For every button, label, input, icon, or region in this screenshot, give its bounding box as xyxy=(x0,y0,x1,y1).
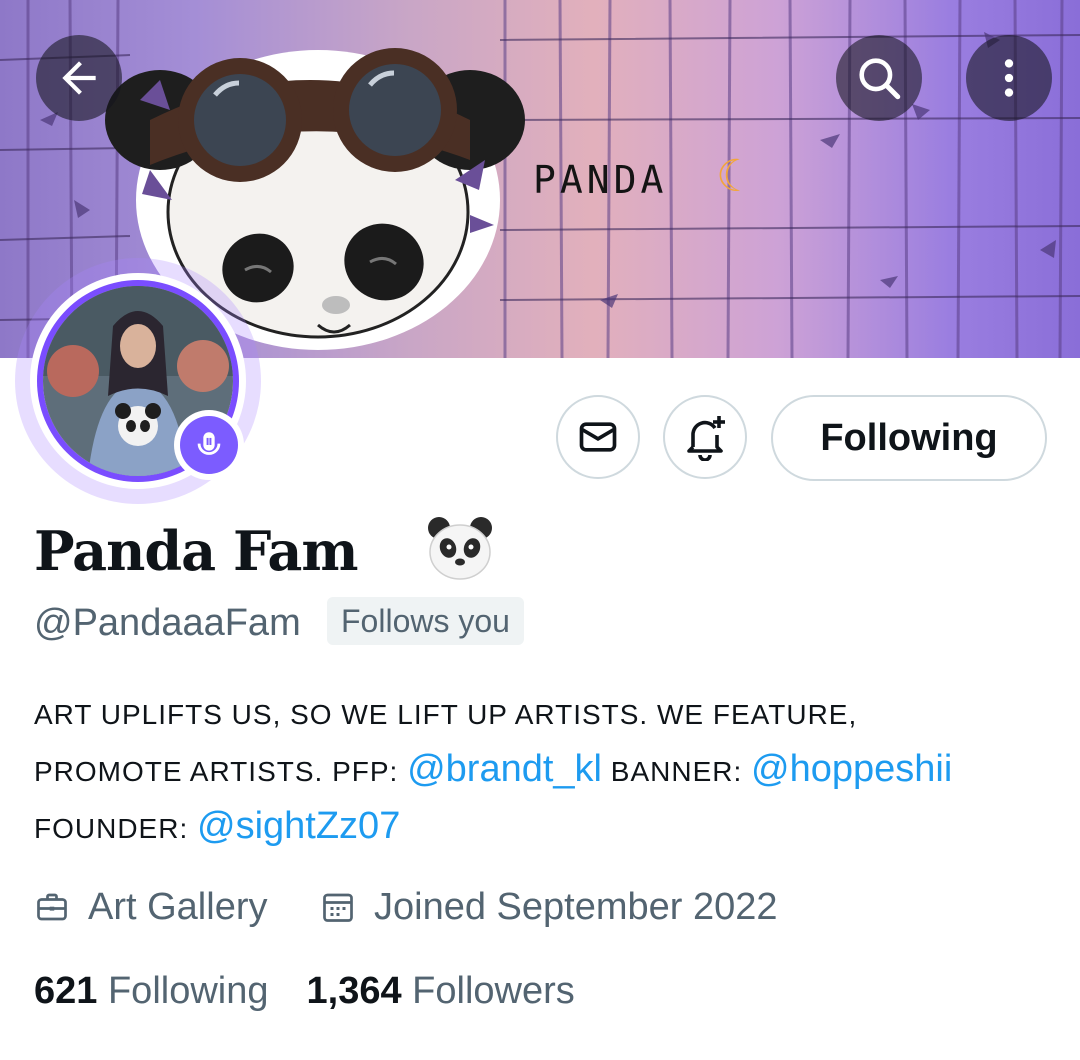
follow-stats: 621 Following 1,364 Followers xyxy=(34,964,575,1018)
bio-text: PROMOTE ARTISTS. PFP: xyxy=(34,756,408,787)
bio-line-3: FOUNDER: @sightZz07 xyxy=(34,799,1054,856)
search-icon xyxy=(859,58,901,100)
more-options-button[interactable] xyxy=(966,35,1052,121)
more-vertical-icon xyxy=(1004,59,1014,97)
message-button[interactable] xyxy=(556,395,640,479)
follows-you-badge: Follows you xyxy=(327,597,524,645)
profile-bio: ART UPLIFTS US, SO WE LIFT UP ARTISTS. W… xyxy=(34,688,1054,856)
back-button[interactable] xyxy=(36,35,122,121)
following-count-link[interactable]: 621 Following xyxy=(34,964,269,1018)
join-date: Joined September 2022 xyxy=(320,880,778,934)
following-button[interactable]: Following xyxy=(771,395,1047,481)
bio-line-2: PROMOTE ARTISTS. PFP: @brandt_kl BANNER:… xyxy=(34,742,1054,799)
following-label: Following xyxy=(107,970,269,1012)
mention-link-founder[interactable]: @sightZz07 xyxy=(197,805,400,847)
search-button[interactable] xyxy=(836,35,922,121)
followers-count: 1,364 xyxy=(306,970,402,1012)
banner-title-text: PANDA xyxy=(533,158,668,202)
briefcase-icon xyxy=(37,893,67,921)
spaces-live-badge[interactable] xyxy=(174,410,244,480)
bio-line-1: ART UPLIFTS US, SO WE LIFT UP ARTISTS. W… xyxy=(34,699,858,730)
crescent-moon-icon xyxy=(354,518,404,573)
display-name: Panda Fam xyxy=(34,519,358,583)
calendar-icon xyxy=(323,893,353,922)
mention-link-pfp[interactable]: @brandt_kl xyxy=(407,748,602,790)
mail-icon xyxy=(579,422,617,452)
user-handle: @PandaaaFam xyxy=(34,602,301,644)
microphone-icon xyxy=(197,432,221,455)
banner-moon-glyph: ☾ xyxy=(716,151,756,202)
category-label: Art Gallery xyxy=(88,885,268,928)
notifications-button[interactable] xyxy=(663,395,747,479)
joined-label: Joined September 2022 xyxy=(374,885,778,928)
bell-plus-icon xyxy=(687,416,725,461)
bio-text: FOUNDER: xyxy=(34,813,197,844)
arrow-left-icon xyxy=(62,61,96,95)
panda-face-icon xyxy=(428,517,492,580)
followers-count-link[interactable]: 1,364 Followers xyxy=(307,964,575,1018)
mention-link-banner[interactable]: @hoppeshii xyxy=(751,748,952,790)
following-count: 621 xyxy=(34,970,98,1012)
bio-text: BANNER: xyxy=(602,756,752,787)
followers-label: Followers xyxy=(412,970,575,1012)
profile-category: Art Gallery xyxy=(34,880,267,934)
